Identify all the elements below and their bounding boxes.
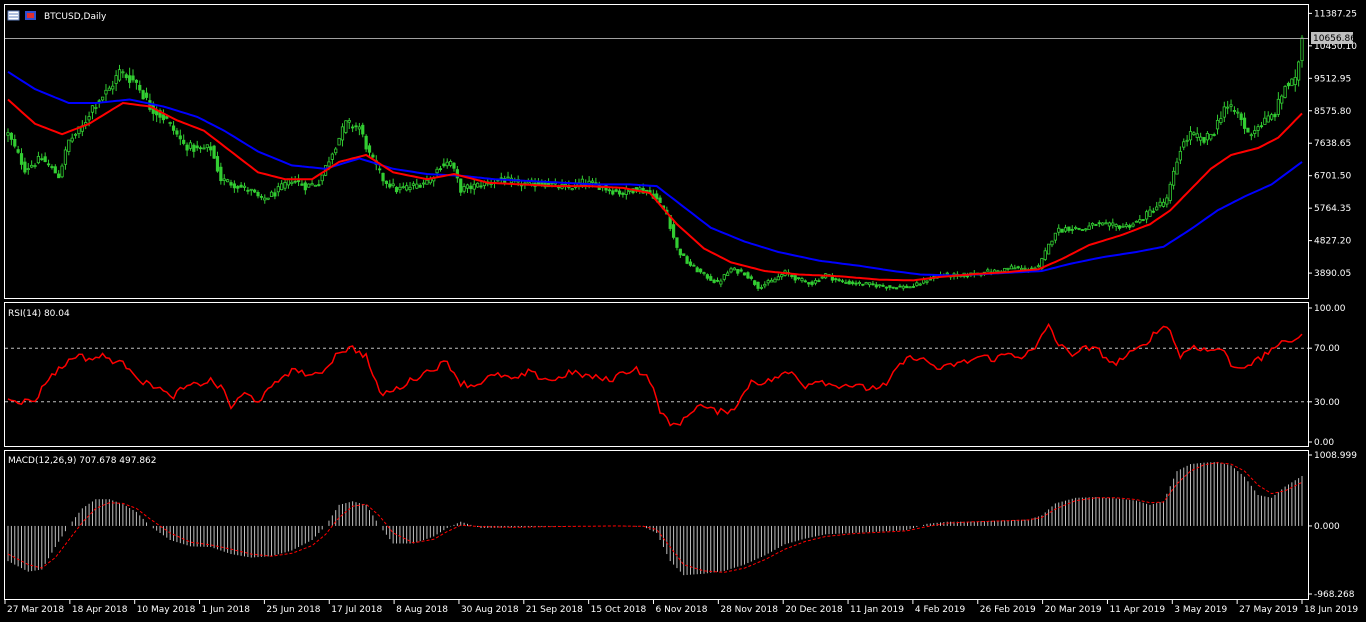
symbol-title: BTCUSD,Daily — [44, 12, 107, 22]
candle — [908, 286, 912, 289]
candle — [1094, 223, 1098, 226]
macd-tick-label: 1008.999 — [1314, 451, 1357, 461]
date-tick-label: 20 Mar 2019 — [1045, 605, 1102, 615]
price-tick-label: 7638.65 — [1314, 139, 1351, 149]
candle — [337, 137, 341, 146]
date-tick-label: 30 Aug 2018 — [461, 605, 519, 615]
date-tick-label: 25 Jun 2018 — [266, 605, 320, 615]
trading-chart[interactable]: BTCUSD,Daily 11387.2510450.109512.958575… — [0, 0, 1366, 622]
candle — [1060, 228, 1064, 233]
candle — [344, 120, 348, 135]
rsi-tick-label: 70.00 — [1314, 344, 1340, 354]
macd-label: MACD(12,26,9) 707.678 497.862 — [8, 456, 157, 466]
candle — [212, 144, 216, 159]
price-axis: 11387.2510450.109512.958575.807638.65670… — [1308, 9, 1357, 279]
date-tick-label: 21 Sep 2018 — [526, 605, 583, 615]
candle — [746, 271, 750, 280]
candle — [1047, 243, 1051, 255]
candle — [141, 89, 145, 100]
date-tick-label: 27 Mar 2018 — [7, 605, 64, 615]
rsi-axis: 100.00 70.00 30.00 0.00 — [1308, 304, 1346, 448]
macd-panel[interactable]: MACD(12,26,9) 707.678 497.862 1008.999 0.… — [4, 450, 1358, 601]
date-axis: 27 Mar 2018 18 Apr 2018 10 May 2018 1 Jun 2… — [4, 600, 1358, 615]
date-tick-label: 18 Jun 2019 — [1304, 605, 1358, 615]
current-price-label: 10656.86 — [1313, 34, 1356, 44]
date-tick-label: 15 Oct 2018 — [591, 605, 647, 615]
date-tick-label: 1 Jun 2018 — [202, 605, 251, 615]
candle — [1246, 127, 1250, 133]
date-tick-label: 28 Nov 2018 — [720, 605, 778, 615]
candle — [476, 182, 480, 188]
price-tick-label: 4827.20 — [1314, 237, 1351, 247]
date-tick-label: 11 Jan 2019 — [850, 605, 904, 615]
candle — [60, 163, 64, 179]
candle — [894, 287, 899, 290]
date-tick-label: 27 May 2019 — [1239, 605, 1298, 615]
candle — [1141, 219, 1145, 222]
date-tick-label: 8 Aug 2018 — [396, 605, 448, 615]
date-tick-label: 6 Nov 2018 — [656, 605, 708, 615]
date-tick-label: 20 Dec 2018 — [785, 605, 843, 615]
date-tick-label: 4 Feb 2019 — [915, 605, 966, 615]
date-tick-label: 17 Jul 2018 — [331, 605, 382, 615]
candle — [1080, 228, 1084, 231]
candle — [307, 183, 311, 188]
candle — [313, 184, 318, 187]
price-tick-label: 3890.05 — [1314, 269, 1351, 279]
candle — [682, 253, 686, 256]
rsi-tick-label: 30.00 — [1314, 398, 1340, 408]
macd-tick-label: 0.000 — [1314, 522, 1340, 532]
macd-axis: 1008.999 0.000 -968.268 — [1308, 451, 1357, 600]
price-tick-label: 6701.50 — [1314, 172, 1351, 182]
date-tick-label: 26 Feb 2019 — [980, 605, 1036, 615]
price-tick-label: 5764.35 — [1314, 204, 1351, 214]
candle — [742, 272, 747, 276]
date-tick-label: 10 May 2018 — [137, 605, 196, 615]
price-tick-label: 11387.25 — [1314, 9, 1357, 19]
date-tick-label: 3 May 2019 — [1174, 605, 1227, 615]
candle — [1101, 222, 1105, 226]
price-tick-label: 8575.80 — [1314, 107, 1351, 117]
price-panel[interactable]: BTCUSD,Daily 11387.2510450.109512.958575… — [4, 4, 1358, 299]
candle — [1283, 85, 1287, 99]
rsi-tick-label: 100.00 — [1314, 304, 1346, 314]
candle — [685, 254, 689, 265]
candle — [864, 281, 868, 285]
rsi-label: RSI(14) 80.04 — [8, 309, 70, 319]
price-tick-label: 9512.95 — [1314, 74, 1351, 84]
macd-tick-label: -968.268 — [1314, 590, 1355, 600]
candle — [1290, 78, 1294, 87]
rsi-panel-frame — [4, 302, 1309, 447]
rsi-tick-label: 0.00 — [1314, 438, 1334, 448]
rsi-panel[interactable]: RSI(14) 80.04 100.00 70.00 30.00 0.00 — [4, 302, 1346, 449]
date-tick-label: 18 Apr 2018 — [72, 605, 128, 615]
candle — [226, 178, 230, 183]
date-tick-label: 11 Apr 2019 — [1109, 605, 1165, 615]
candle — [1168, 181, 1172, 204]
